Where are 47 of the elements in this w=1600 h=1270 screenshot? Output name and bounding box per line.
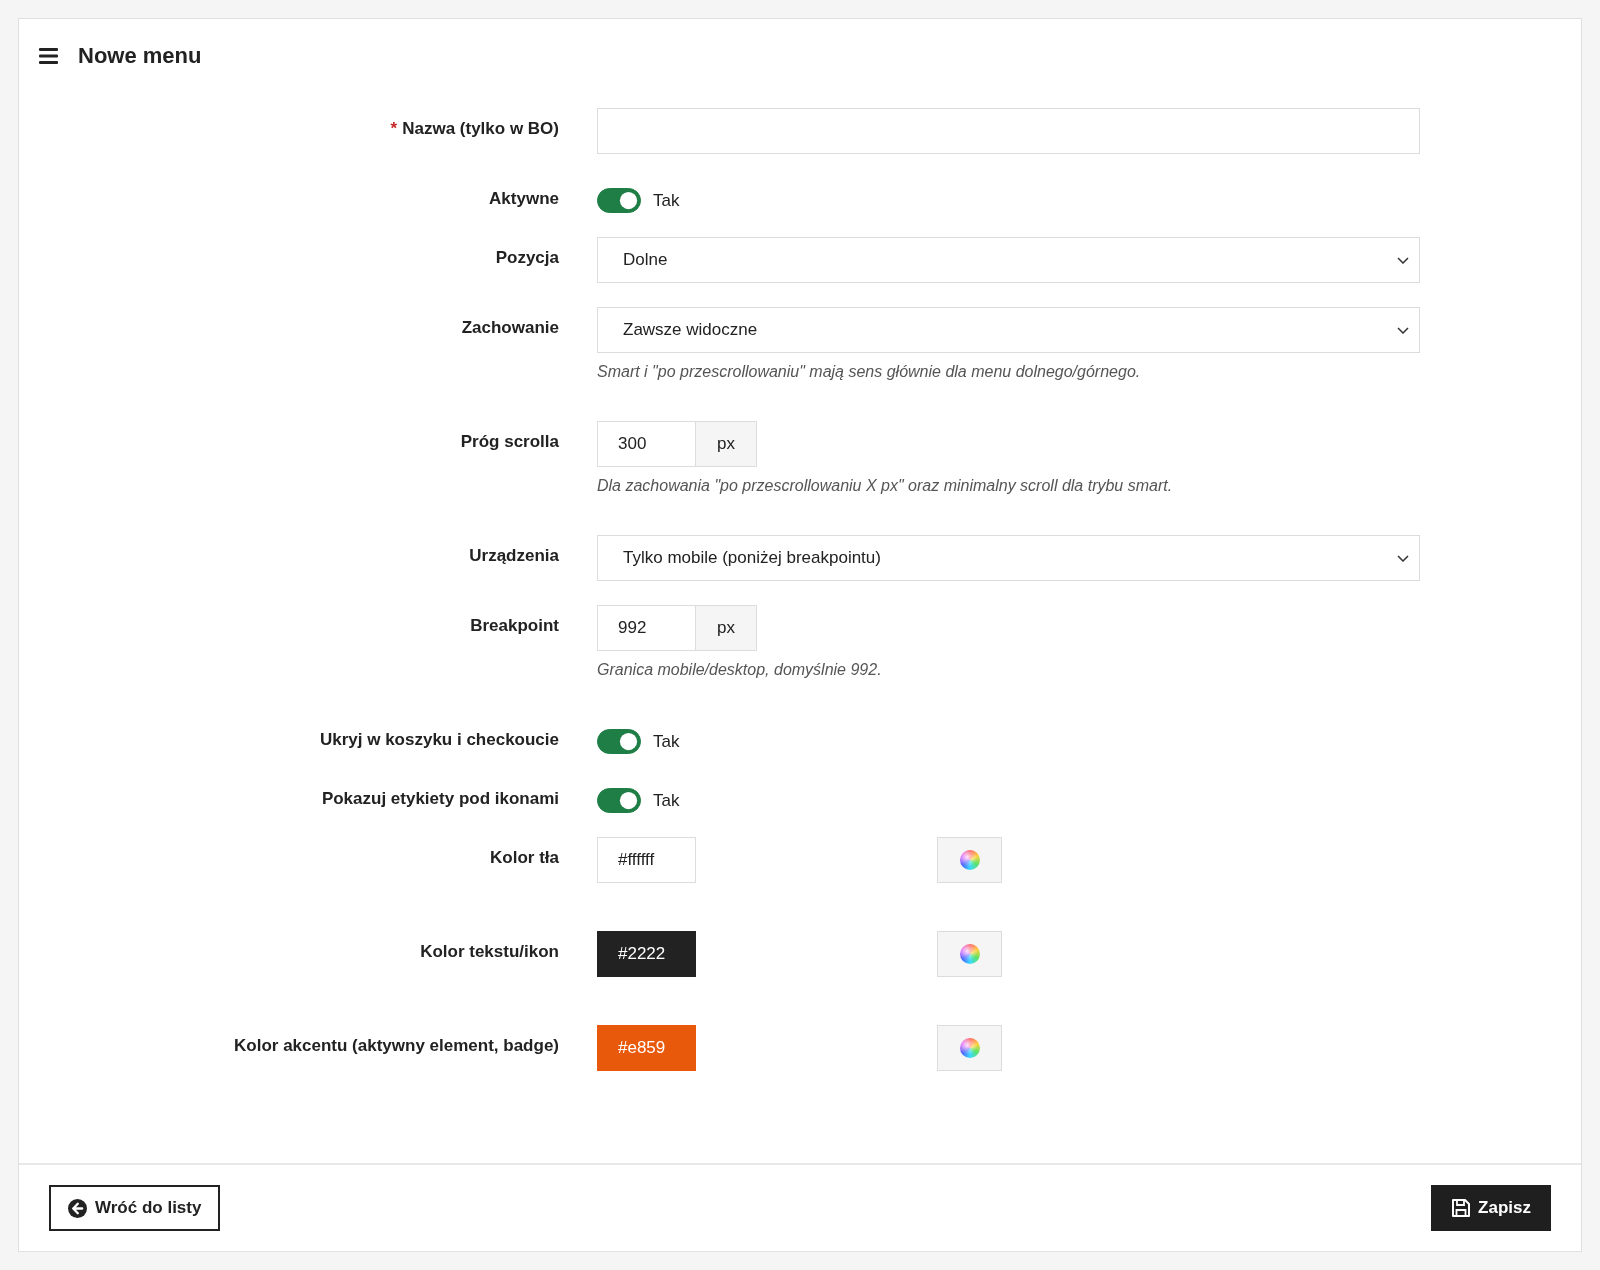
unit-label: px [696,605,757,651]
color-picker-button[interactable] [937,1025,1002,1071]
toggle-switch[interactable] [597,188,641,213]
color-wheel-icon [959,1038,980,1058]
color-picker-button[interactable] [937,931,1002,977]
dropdown[interactable]: Zawsze widoczne [597,307,1420,353]
color-picker-button[interactable] [937,837,1002,883]
field-label: Ukryj w koszyku i checkoucie [319,730,559,749]
field-label: Pokazuj etykiety pod ikonami [321,789,559,808]
field-label: Zachowanie [461,318,559,337]
color-wheel-icon [959,944,980,964]
chevron-down-icon [1397,256,1409,264]
color-field[interactable]: #e859 [597,1025,696,1071]
field-label: Nazwa (tylko w BO) [402,119,559,138]
number-field[interactable]: 300 [597,421,696,467]
toggle-label: Tak [653,730,680,753]
arrow-left-circle-icon [68,1198,87,1218]
help-text: Granica mobile/desktop, domyślnie 992. [597,660,883,680]
field-label: Kolor tekstu/ikon [420,942,559,961]
field-label: Kolor tła [490,848,559,867]
save-button[interactable]: Zapisz [1431,1185,1551,1231]
field-label: Aktywne [489,189,559,208]
color-wheel-icon [959,850,980,870]
page-title: Nowe menu [78,43,202,69]
field-label: Próg scrolla [460,432,559,451]
help-text: Smart i "po przescrollowaniu" mają sens głównie dla menu dolnego/górnego. [597,362,1142,382]
menu-icon [39,48,58,64]
color-field[interactable]: #ffffff [597,837,696,883]
field-label: Pozycja [495,248,559,267]
chevron-down-icon [1397,326,1409,334]
dropdown[interactable]: Dolne [597,237,1420,283]
dropdown[interactable]: Tylko mobile (poniżej breakpointu) [597,535,1420,581]
toggle-label: Tak [653,189,680,212]
field-label: Kolor akcentu (aktywny element, badge) [234,1036,559,1055]
back-button[interactable]: Wróć do listy [49,1185,221,1231]
input-field[interactable] [597,108,1420,154]
toggle-switch[interactable] [597,729,641,754]
chevron-down-icon [1397,554,1409,562]
number-field[interactable]: 992 [597,605,696,651]
toggle-label: Tak [653,789,680,812]
color-field[interactable]: #2222 [597,931,696,977]
help-text: Dla zachowania "po przescrollowaniu X px" oraz minimalny scroll dla trybu smart. [597,476,1174,496]
toggle-switch[interactable] [597,788,641,813]
unit-label: px [696,421,757,467]
required-mark: * [390,119,398,138]
field-label: Breakpoint [470,616,559,635]
field-label: Urządzenia [469,546,559,565]
